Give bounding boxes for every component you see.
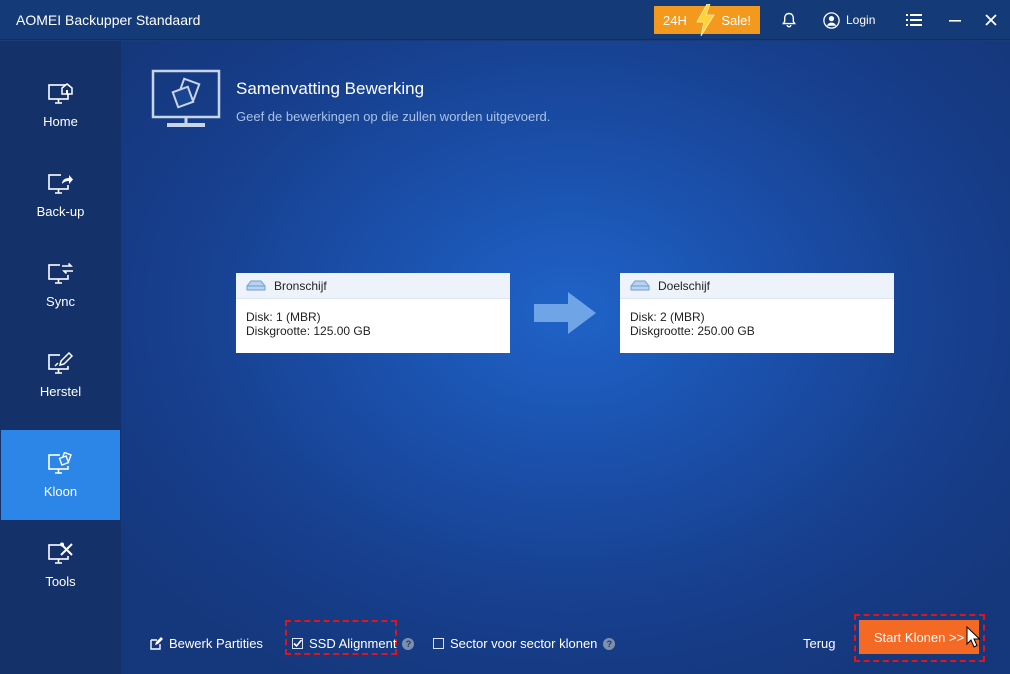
sidebar-item-label: Kloon [43,483,78,499]
sale-label: Sale! [721,12,751,28]
edit-partitions-button[interactable]: Bewerk Partities [150,636,263,651]
login-label: Login [846,13,876,27]
sidebar: Home Back-up Sync Herstel Kloon Tools [0,41,121,674]
edit-icon [150,637,163,650]
sidebar-item-home[interactable]: Home [1,60,120,150]
bell-icon[interactable] [779,10,799,30]
sector-clone-checkbox[interactable] [433,638,444,649]
sidebar-item-restore[interactable]: Herstel [1,330,120,420]
arrow-right-icon [534,292,596,334]
target-disk-number: Disk: 2 (MBR) [630,310,705,324]
sidebar-item-backup[interactable]: Back-up [1,150,120,240]
monitor-tools-icon [47,541,74,564]
monitor-home-icon [47,82,73,104]
user-icon [823,11,840,29]
back-button[interactable]: Terug [803,636,836,651]
target-disk-card: Doelschijf Disk: 2 (MBR) Diskgrootte: 25… [620,273,894,353]
page-title: Samenvatting Bewerking [236,79,425,98]
disk-icon [246,280,266,290]
sale-24h-label: 24H [663,12,687,28]
sidebar-item-clone[interactable]: Kloon [1,430,120,520]
sidebar-item-label: Tools [45,573,76,589]
ssd-alignment-checkbox[interactable] [292,638,303,649]
sidebar-item-label: Back-up [36,203,85,219]
start-clone-button[interactable]: Start Klonen >> [859,620,979,654]
menu-icon[interactable] [904,10,924,30]
source-disk-number: Disk: 1 (MBR) [246,310,321,324]
target-disk-size: Diskgrootte: 250.00 GB [630,324,755,338]
minimize-icon[interactable] [945,10,965,30]
source-disk-card: Bronschijf Disk: 1 (MBR) Diskgrootte: 12… [236,273,510,353]
monitor-share-icon [47,171,74,194]
sidebar-item-label: Sync [46,293,75,309]
title-bar: AOMEI Backupper Standaard 24H Sale! Logi… [0,0,1010,40]
app-title: AOMEI Backupper Standaard [16,12,201,28]
sidebar-item-label: Home [43,113,78,129]
help-icon[interactable]: ? [402,637,415,650]
sidebar-item-tools[interactable]: Tools [1,520,120,610]
sector-clone-label: Sector voor sector klonen [450,636,598,651]
login-button[interactable]: Login [823,10,875,30]
checkmark-icon [293,639,303,648]
monitor-restore-icon [47,351,74,374]
monitor-sync-icon [47,261,74,284]
sidebar-item-label: Herstel [39,383,82,399]
mouse-cursor-icon [966,626,980,648]
close-icon[interactable] [981,10,1001,30]
source-disk-size: Diskgrootte: 125.00 GB [246,324,371,338]
ssd-alignment-option[interactable]: SSD Alignment ? [292,636,415,651]
sidebar-item-sync[interactable]: Sync [1,240,120,330]
clone-summary-icon [151,69,221,127]
sale-badge[interactable]: 24H Sale! [654,4,760,36]
main-panel: Samenvatting Bewerking Geef de bewerking… [121,41,1010,674]
source-disk-title: Bronschijf [274,278,327,293]
edit-partitions-label: Bewerk Partities [169,636,263,651]
lightning-icon [696,4,715,36]
target-disk-title: Doelschijf [658,278,711,293]
sector-clone-option[interactable]: Sector voor sector klonen ? [433,636,616,651]
bottom-bar: Bewerk Partities SSD Alignment ? Sector … [121,614,1010,671]
ssd-alignment-label: SSD Alignment [309,636,397,651]
disk-icon [630,280,650,290]
page-subtitle: Geef de bewerkingen op die zullen worden… [236,109,551,124]
help-icon[interactable]: ? [603,637,616,650]
monitor-clone-icon [47,451,74,474]
